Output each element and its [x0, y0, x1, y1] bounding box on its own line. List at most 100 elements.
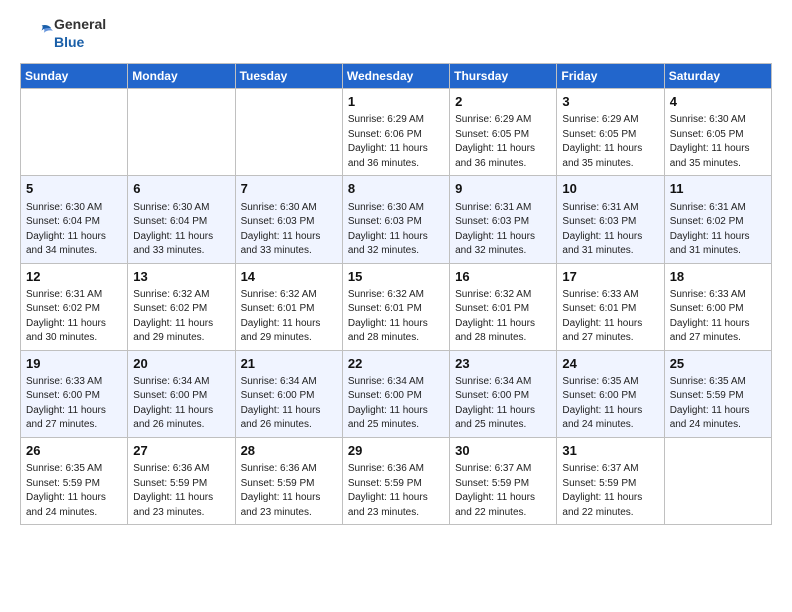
calendar-cell: 21Sunrise: 6:34 AM Sunset: 6:00 PM Dayli…	[235, 350, 342, 437]
day-info: Sunrise: 6:30 AM Sunset: 6:04 PM Dayligh…	[133, 201, 229, 259]
day-number: 13	[133, 268, 229, 286]
calendar: SundayMondayTuesdayWednesdayThursdayFrid…	[20, 63, 772, 525]
logo-general: General	[54, 16, 106, 32]
day-number: 8	[348, 180, 444, 198]
calendar-cell: 9 Sunrise: 6:31 AM Sunset: 6:03 PM Daylig…	[450, 176, 557, 263]
day-number: 23	[455, 355, 551, 373]
day-number: 21	[241, 355, 337, 373]
calendar-cell: 25 Sunrise: 6:35 AM Sunset: 5:59 PM Dayli…	[664, 350, 771, 437]
day-number: 22	[348, 355, 444, 373]
logo-blue: Blue	[54, 34, 84, 50]
calendar-cell: 1 Sunrise: 6:29 AM Sunset: 6:06 PM Daylig…	[342, 89, 449, 176]
calendar-cell: 8 Sunrise: 6:30 AM Sunset: 6:03 PM Daylig…	[342, 176, 449, 263]
col-header-monday: Monday	[128, 64, 235, 89]
calendar-cell: 6 Sunrise: 6:30 AM Sunset: 6:04 PM Daylig…	[128, 176, 235, 263]
day-number: 4	[670, 93, 766, 111]
calendar-week-row: 26Sunrise: 6:35 AM Sunset: 5:59 PM Dayli…	[21, 437, 772, 524]
day-number: 27	[133, 442, 229, 460]
day-number: 15	[348, 268, 444, 286]
calendar-cell: 20 Sunrise: 6:34 AM Sunset: 6:00 PM Dayli…	[128, 350, 235, 437]
header: General Blue	[20, 16, 772, 51]
day-info: Sunrise: 6:29 AM Sunset: 6:05 PM Dayligh…	[562, 113, 658, 171]
day-info: Sunrise: 6:36 AM Sunset: 5:59 PM Dayligh…	[348, 462, 444, 520]
calendar-cell: 14Sunrise: 6:32 AM Sunset: 6:01 PM Dayli…	[235, 263, 342, 350]
day-info: Sunrise: 6:33 AM Sunset: 6:00 PM Dayligh…	[26, 375, 122, 433]
day-number: 5	[26, 180, 122, 198]
day-info: Sunrise: 6:32 AM Sunset: 6:01 PM Dayligh…	[455, 288, 551, 346]
day-number: 9	[455, 180, 551, 198]
calendar-cell	[21, 89, 128, 176]
day-info: Sunrise: 6:34 AM Sunset: 6:00 PM Dayligh…	[348, 375, 444, 433]
calendar-cell: 7 Sunrise: 6:30 AM Sunset: 6:03 PM Daylig…	[235, 176, 342, 263]
calendar-cell: 29 Sunrise: 6:36 AM Sunset: 5:59 PM Dayli…	[342, 437, 449, 524]
calendar-cell	[664, 437, 771, 524]
day-info: Sunrise: 6:29 AM Sunset: 6:05 PM Dayligh…	[455, 113, 551, 171]
calendar-cell: 13Sunrise: 6:32 AM Sunset: 6:02 PM Dayli…	[128, 263, 235, 350]
day-info: Sunrise: 6:31 AM Sunset: 6:03 PM Dayligh…	[562, 201, 658, 259]
calendar-cell: 2 Sunrise: 6:29 AM Sunset: 6:05 PM Daylig…	[450, 89, 557, 176]
calendar-cell: 26Sunrise: 6:35 AM Sunset: 5:59 PM Dayli…	[21, 437, 128, 524]
day-number: 1	[348, 93, 444, 111]
day-number: 14	[241, 268, 337, 286]
calendar-cell: 17Sunrise: 6:33 AM Sunset: 6:01 PM Dayli…	[557, 263, 664, 350]
day-number: 2	[455, 93, 551, 111]
day-number: 7	[241, 180, 337, 198]
page: General Blue SundayMondayTuesdayWednesda…	[0, 0, 792, 541]
day-number: 3	[562, 93, 658, 111]
day-number: 28	[241, 442, 337, 460]
day-number: 25	[670, 355, 766, 373]
col-header-tuesday: Tuesday	[235, 64, 342, 89]
calendar-cell	[128, 89, 235, 176]
day-info: Sunrise: 6:31 AM Sunset: 6:02 PM Dayligh…	[26, 288, 122, 346]
calendar-cell: 19Sunrise: 6:33 AM Sunset: 6:00 PM Dayli…	[21, 350, 128, 437]
day-number: 31	[562, 442, 658, 460]
day-number: 17	[562, 268, 658, 286]
day-info: Sunrise: 6:31 AM Sunset: 6:02 PM Dayligh…	[670, 201, 766, 259]
day-info: Sunrise: 6:30 AM Sunset: 6:03 PM Dayligh…	[241, 201, 337, 259]
day-info: Sunrise: 6:35 AM Sunset: 6:00 PM Dayligh…	[562, 375, 658, 433]
calendar-cell: 10 Sunrise: 6:31 AM Sunset: 6:03 PM Dayli…	[557, 176, 664, 263]
logo: General Blue	[20, 16, 106, 51]
col-header-wednesday: Wednesday	[342, 64, 449, 89]
calendar-cell: 5Sunrise: 6:30 AM Sunset: 6:04 PM Daylig…	[21, 176, 128, 263]
day-info: Sunrise: 6:30 AM Sunset: 6:03 PM Dayligh…	[348, 201, 444, 259]
col-header-saturday: Saturday	[664, 64, 771, 89]
day-number: 6	[133, 180, 229, 198]
calendar-week-row: 1 Sunrise: 6:29 AM Sunset: 6:06 PM Daylig…	[21, 89, 772, 176]
day-number: 29	[348, 442, 444, 460]
day-info: Sunrise: 6:34 AM Sunset: 6:00 PM Dayligh…	[133, 375, 229, 433]
calendar-week-row: 5 Sunrise: 6:30 AM Sunset: 6:04 PM Daylig…	[21, 176, 772, 263]
calendar-cell: 27 Sunrise: 6:36 AM Sunset: 5:59 PM Dayli…	[128, 437, 235, 524]
day-info: Sunrise: 6:29 AM Sunset: 6:06 PM Dayligh…	[348, 113, 444, 171]
day-info: Sunrise: 6:31 AM Sunset: 6:03 PM Dayligh…	[455, 201, 551, 259]
day-info: Sunrise: 6:37 AM Sunset: 5:59 PM Dayligh…	[562, 462, 658, 520]
calendar-cell: 3 Sunrise: 6:29 AM Sunset: 6:05 PM Daylig…	[557, 89, 664, 176]
col-header-thursday: Thursday	[450, 64, 557, 89]
logo-container: General Blue	[20, 16, 106, 51]
calendar-cell: 23 Sunrise: 6:34 AM Sunset: 6:00 PM Dayli…	[450, 350, 557, 437]
calendar-cell: 22 Sunrise: 6:34 AM Sunset: 6:00 PM Dayli…	[342, 350, 449, 437]
day-info: Sunrise: 6:36 AM Sunset: 5:59 PM Dayligh…	[133, 462, 229, 520]
calendar-cell: 12Sunrise: 6:31 AM Sunset: 6:02 PM Dayli…	[21, 263, 128, 350]
day-number: 20	[133, 355, 229, 373]
day-info: Sunrise: 6:35 AM Sunset: 5:59 PM Dayligh…	[670, 375, 766, 433]
logo-bird-icon	[20, 17, 54, 51]
calendar-cell: 16 Sunrise: 6:32 AM Sunset: 6:01 PM Dayli…	[450, 263, 557, 350]
calendar-cell: 4 Sunrise: 6:30 AM Sunset: 6:05 PM Daylig…	[664, 89, 771, 176]
day-info: Sunrise: 6:30 AM Sunset: 6:05 PM Dayligh…	[670, 113, 766, 171]
day-number: 30	[455, 442, 551, 460]
day-info: Sunrise: 6:36 AM Sunset: 5:59 PM Dayligh…	[241, 462, 337, 520]
day-number: 18	[670, 268, 766, 286]
calendar-cell: 28 Sunrise: 6:36 AM Sunset: 5:59 PM Dayli…	[235, 437, 342, 524]
calendar-week-row: 19Sunrise: 6:33 AM Sunset: 6:00 PM Dayli…	[21, 350, 772, 437]
col-header-friday: Friday	[557, 64, 664, 89]
calendar-cell: 24 Sunrise: 6:35 AM Sunset: 6:00 PM Dayli…	[557, 350, 664, 437]
calendar-cell: 30Sunrise: 6:37 AM Sunset: 5:59 PM Dayli…	[450, 437, 557, 524]
calendar-header-row: SundayMondayTuesdayWednesdayThursdayFrid…	[21, 64, 772, 89]
day-number: 16	[455, 268, 551, 286]
day-info: Sunrise: 6:34 AM Sunset: 6:00 PM Dayligh…	[455, 375, 551, 433]
day-number: 10	[562, 180, 658, 198]
calendar-cell	[235, 89, 342, 176]
day-number: 26	[26, 442, 122, 460]
day-number: 24	[562, 355, 658, 373]
